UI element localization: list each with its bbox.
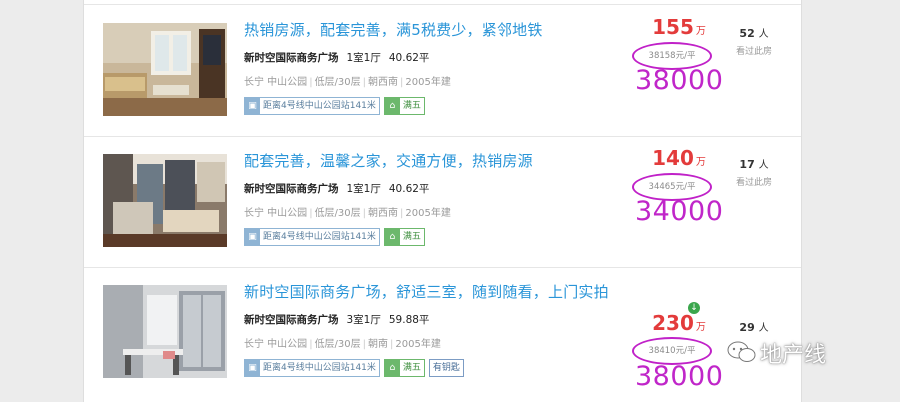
- listing-tags: ▣ 距离4号线中山公园站141米 ⌂ 满五: [244, 97, 429, 115]
- floor: 低层/30层: [314, 77, 361, 88]
- build-year: 2005年建: [405, 208, 451, 219]
- listing-details: 长宁 中山公园 | 低层/30层 | 朝南 | 2005年建: [244, 339, 441, 350]
- listing-photo[interactable]: [103, 23, 227, 116]
- view-count-label: 看过此房: [735, 178, 772, 188]
- listing-details: 长宁 中山公园 | 低层/30层 | 朝西南 | 2005年建: [244, 77, 451, 88]
- view-count: 17 人 看过此房: [724, 156, 784, 188]
- listing-item[interactable]: 新时空国际商务广场，舒适三室，随到随看，上门实拍 新时空国际商务广场 3室1厅 59…: [84, 267, 801, 402]
- total-price: 155 万: [652, 15, 706, 39]
- subway-icon: ▣: [245, 98, 260, 114]
- listing-details: 长宁 中山公园 | 低层/30层 | 朝西南 | 2005年建: [244, 208, 451, 219]
- handwritten-annotation: 34000: [635, 196, 724, 227]
- tax-tag: ⌂ 满五: [383, 97, 425, 115]
- listing-item[interactable]: 配套完善，温馨之家，交通方便，热销房源 新时空国际商务广场 1室1厅 40.62平 …: [84, 136, 801, 268]
- view-count: 29 人: [739, 321, 769, 334]
- room-layout: 1室1厅: [346, 183, 381, 195]
- community-name[interactable]: 新时空国际商务广场: [244, 314, 339, 326]
- handwritten-annotation: 38000: [635, 65, 724, 96]
- subway-tag: ▣ 距离4号线中山公园站141米: [244, 359, 380, 377]
- tax-tag: ⌂ 满五: [383, 228, 425, 246]
- floor: 低层/30层: [314, 339, 361, 350]
- view-count-label: 看过此房: [735, 47, 772, 57]
- listing-summary: 新时空国际商务广场 1室1厅 40.62平: [244, 50, 429, 65]
- view-count: 52 人 看过此房: [724, 25, 784, 57]
- district: 长宁 中山公园: [244, 339, 308, 350]
- build-year: 2005年建: [405, 77, 451, 88]
- room-layout: 1室1厅: [346, 52, 381, 64]
- subway-tag: ▣ 距离4号线中山公园站141米: [244, 228, 380, 246]
- handwritten-annotation: 38000: [635, 361, 724, 392]
- listing-item[interactable]: 热销房源，配套完善，满5税费少，紧邻地铁 新时空国际商务广场 1室1厅 40.62平…: [84, 5, 801, 137]
- community-name[interactable]: 新时空国际商务广场: [244, 52, 339, 64]
- house-tax-icon: ⌂: [384, 98, 400, 114]
- key-available-tag: 有钥匙: [428, 359, 464, 377]
- orientation: 朝南: [368, 339, 389, 350]
- house-tax-icon: ⌂: [384, 360, 400, 376]
- district: 长宁 中山公园: [244, 208, 308, 219]
- community-name[interactable]: 新时空国际商务广场: [244, 183, 339, 195]
- room-layout: 3室1厅: [346, 314, 381, 326]
- subway-icon: ▣: [245, 229, 260, 245]
- floor-area: 40.62平: [388, 52, 430, 64]
- district: 长宁 中山公园: [244, 77, 308, 88]
- orientation: 朝西南: [368, 208, 399, 219]
- house-tax-icon: ⌂: [384, 229, 400, 245]
- listing-tags: ▣ 距离4号线中山公园站141米 ⌂ 满五 有钥匙: [244, 359, 468, 377]
- watermark: 地产线: [760, 343, 827, 368]
- subway-icon: ▣: [245, 360, 260, 376]
- listing-photo[interactable]: [103, 154, 227, 247]
- orientation: 朝西南: [368, 77, 399, 88]
- listing-summary: 新时空国际商务广场 1室1厅 40.62平: [244, 181, 429, 196]
- total-price: 230 万: [652, 311, 706, 335]
- listing-title[interactable]: 新时空国际商务广场，舒适三室，随到随看，上门实拍: [244, 281, 609, 302]
- build-year: 2005年建: [395, 339, 441, 350]
- tax-tag: ⌂ 满五: [383, 359, 425, 377]
- listing-title[interactable]: 配套完善，温馨之家，交通方便，热销房源: [244, 150, 533, 171]
- listing-photo[interactable]: [103, 285, 227, 378]
- listing-title[interactable]: 热销房源，配套完善，满5税费少，紧邻地铁: [244, 19, 543, 40]
- floor: 低层/30层: [314, 208, 361, 219]
- subway-tag: ▣ 距离4号线中山公园站141米: [244, 97, 380, 115]
- floor-area: 40.62平: [388, 183, 430, 195]
- floor-area: 59.88平: [388, 314, 430, 326]
- listing-panel: 热销房源，配套完善，满5税费少，紧邻地铁 新时空国际商务广场 1室1厅 40.62平…: [83, 0, 802, 402]
- total-price: 140 万: [652, 146, 706, 170]
- listing-tags: ▣ 距离4号线中山公园站141米 ⌂ 满五: [244, 228, 429, 246]
- listing-summary: 新时空国际商务广场 3室1厅 59.88平: [244, 312, 429, 327]
